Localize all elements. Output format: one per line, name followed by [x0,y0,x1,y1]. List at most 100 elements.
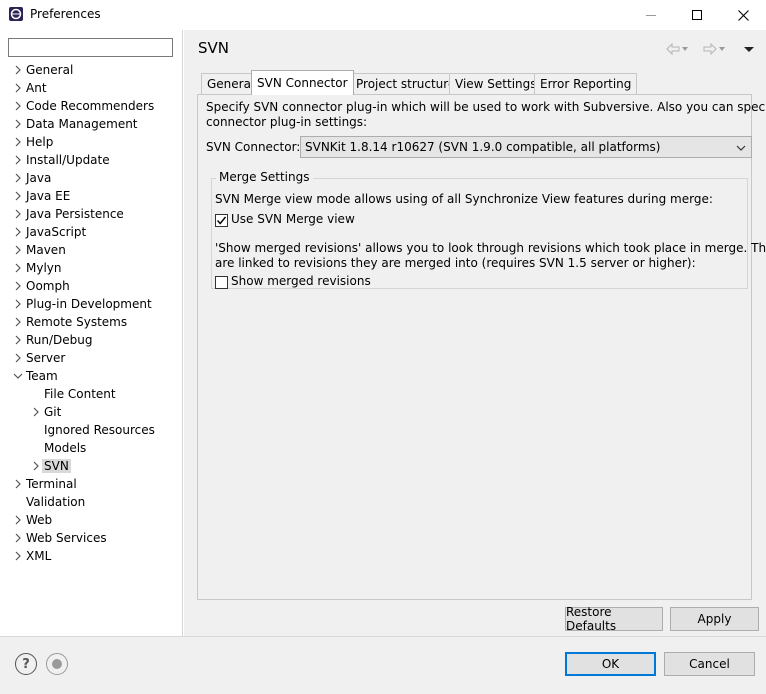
tree-item-label: Data Management [26,117,138,131]
tree-item-label: Java EE [26,189,71,203]
merge-view-description: SVN Merge view mode allows using of all … [215,192,713,206]
record-icon[interactable] [46,653,68,675]
tree-item-label: Help [26,135,54,149]
tree-item-label: XML [26,549,52,563]
tree-item-label: SVN [42,459,71,473]
tree-item-java-persistence[interactable]: Java Persistence [12,205,126,223]
tree-item-java-ee[interactable]: Java EE [12,187,72,205]
tree-item-label: Web [26,513,53,527]
chevron-right-icon[interactable] [12,187,24,205]
chevron-right-icon[interactable] [12,79,24,97]
tree-item-validation[interactable]: Validation [12,493,87,511]
chevron-right-icon[interactable] [30,403,42,421]
tree-item-label: File Content [44,387,116,401]
tree-item-general[interactable]: General [12,61,75,79]
show-merged-revisions-checkbox[interactable] [215,276,228,289]
apply-button[interactable]: Apply [670,607,759,631]
restore-defaults-button[interactable]: Restore Defaults [565,605,663,633]
chevron-right-icon[interactable] [12,241,24,259]
tree-item-file-content[interactable]: File Content [30,385,118,403]
tree-item-xml[interactable]: XML [12,547,53,565]
chevron-right-icon[interactable] [12,295,24,313]
filter-input[interactable] [8,38,173,57]
use-merge-view-checkbox[interactable] [215,214,228,227]
connector-select[interactable]: SVNKit 1.8.14 r10627 (SVN 1.9.0 compatib… [300,136,752,158]
record-dot [52,659,62,669]
tree-item-web-services[interactable]: Web Services [12,529,109,547]
tab-view-settings[interactable]: View Settings [449,73,543,94]
tab-svn-connector[interactable]: SVN Connector [251,70,354,95]
tree-item-data-management[interactable]: Data Management [12,115,140,133]
tree-item-plug-in-development[interactable]: Plug-in Development [12,295,154,313]
tree-item-label: Mylyn [26,261,62,275]
tree-item-javascript[interactable]: JavaScript [12,223,88,241]
dialog-button-bar: ? OK Cancel [0,636,766,694]
chevron-down-icon[interactable] [12,367,24,385]
maximize-button[interactable] [674,0,720,30]
chevron-right-icon[interactable] [12,223,24,241]
tree-item-mylyn[interactable]: Mylyn [12,259,64,277]
tree-item-maven[interactable]: Maven [12,241,68,259]
show-merged-description: 'Show merged revisions' allows you to lo… [215,241,766,255]
tab-label: General [207,77,255,91]
tree-item-label: Validation [26,495,86,509]
close-button[interactable] [720,0,766,30]
tree-item-web[interactable]: Web [12,511,54,529]
tree-item-label: Oomph [26,279,70,293]
chevron-right-icon[interactable] [12,313,24,331]
tree-item-label: Remote Systems [26,315,128,329]
ok-button[interactable]: OK [565,652,656,676]
tree-item-java[interactable]: Java [12,169,53,187]
minimize-button[interactable] [628,0,674,30]
tree-item-code-recommenders[interactable]: Code Recommenders [12,97,156,115]
chevron-right-icon[interactable] [12,169,24,187]
tree-item-ignored-resources[interactable]: Ignored Resources [30,421,157,439]
tab-error-reporting[interactable]: Error Reporting [534,73,638,94]
tab-project-structure[interactable]: Project structure [350,73,462,94]
chevron-right-icon[interactable] [12,511,24,529]
tree-item-ant[interactable]: Ant [12,79,49,97]
tree-item-git[interactable]: Git [30,403,63,421]
forward-button[interactable] [703,42,725,56]
tree-item-svn[interactable]: SVN [30,457,71,475]
chevron-right-icon[interactable] [12,547,24,565]
use-merge-view-label[interactable]: Use SVN Merge view [231,212,355,226]
help-icon[interactable]: ? [15,653,37,675]
back-button[interactable] [666,42,688,56]
chevron-right-icon[interactable] [12,259,24,277]
tree-item-help[interactable]: Help [12,133,55,151]
title-bar: Preferences [0,0,766,30]
chevron-right-icon[interactable] [12,151,24,169]
tree-item-label: General [26,63,74,77]
cancel-button[interactable]: Cancel [664,652,755,676]
chevron-right-icon[interactable] [12,97,24,115]
chevron-right-icon[interactable] [12,205,24,223]
tree-item-server[interactable]: Server [12,349,67,367]
chevron-right-icon[interactable] [12,133,24,151]
close-icon [737,9,749,21]
tree-item-label: Maven [26,243,66,257]
chevron-right-icon[interactable] [12,115,24,133]
tree-item-models[interactable]: Models [30,439,88,457]
tree-item-team[interactable]: Team [12,367,60,385]
tree-item-remote-systems[interactable]: Remote Systems [12,313,129,331]
tree-item-terminal[interactable]: Terminal [12,475,79,493]
tree-item-oomph[interactable]: Oomph [12,277,72,295]
chevron-right-icon[interactable] [12,529,24,547]
tree-item-install-update[interactable]: Install/Update [12,151,112,169]
connector-select-value: SVNKit 1.8.14 r10627 (SVN 1.9.0 compatib… [305,140,661,154]
view-menu-button[interactable] [743,42,755,56]
chevron-right-icon[interactable] [12,331,24,349]
chevron-right-icon[interactable] [30,457,42,475]
tree-item-run-debug[interactable]: Run/Debug [12,331,95,349]
tab-content-panel: Specify SVN connector plug-in which will… [197,94,766,600]
chevron-right-icon[interactable] [12,349,24,367]
view-menu-icon [744,47,754,52]
chevron-right-icon[interactable] [12,277,24,295]
show-merged-revisions-label[interactable]: Show merged revisions [231,274,371,288]
chevron-right-icon[interactable] [12,61,24,79]
show-merged-description-line2: are linked to revisions they are merged … [215,256,696,270]
chevron-right-icon[interactable] [12,475,24,493]
back-arrow-icon [666,43,688,55]
